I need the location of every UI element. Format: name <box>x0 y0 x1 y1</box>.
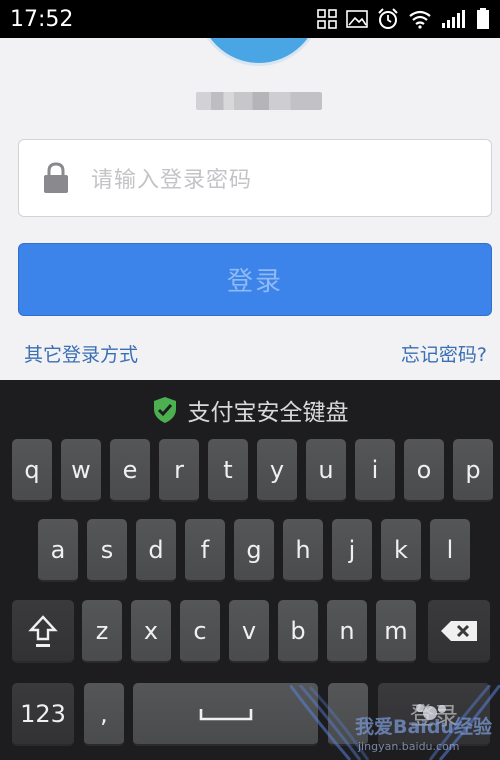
login-button[interactable]: 登录 <box>18 243 492 316</box>
key-m[interactable]: m <box>376 600 416 663</box>
key-h[interactable]: h <box>283 519 323 582</box>
password-placeholder: 请输入登录密码 <box>91 168 253 193</box>
key-y[interactable]: y <box>257 439 297 502</box>
forgot-password-link[interactable]: 忘记密码? <box>401 340 487 367</box>
keyboard-title: 支付宝安全键盘 <box>187 400 349 426</box>
key-b[interactable]: b <box>278 600 318 663</box>
key-n[interactable]: n <box>327 600 367 663</box>
key-x[interactable]: x <box>131 600 171 663</box>
numbers-key[interactable]: 123 <box>12 683 74 746</box>
status-time: 17:52 <box>10 6 74 32</box>
key-o[interactable]: o <box>404 439 444 502</box>
wifi-icon <box>409 10 431 29</box>
image-icon <box>346 10 368 28</box>
key-i[interactable]: i <box>355 439 395 502</box>
key-f[interactable]: f <box>185 519 225 582</box>
space-icon <box>199 708 252 720</box>
backspace-key[interactable] <box>428 600 490 663</box>
status-bar: 17:52 <box>0 0 500 38</box>
keyboard-header: 支付宝安全键盘 <box>0 392 500 428</box>
key-c[interactable]: c <box>180 600 220 663</box>
backspace-icon <box>441 620 477 641</box>
status-icons <box>317 8 490 30</box>
key-u[interactable]: u <box>306 439 346 502</box>
watermark-url: jingyan.baidu.com <box>358 740 460 753</box>
key-w[interactable]: w <box>61 439 101 502</box>
shield-check-icon <box>153 397 176 423</box>
watermark-text: 我爱Baidu经验 <box>355 716 492 738</box>
key-l[interactable]: l <box>430 519 470 582</box>
key-r[interactable]: r <box>159 439 199 502</box>
key-k[interactable]: k <box>381 519 421 582</box>
key-s[interactable]: s <box>87 519 127 582</box>
alarm-icon <box>378 8 398 29</box>
key-v[interactable]: v <box>229 600 269 663</box>
key-q[interactable]: q <box>12 439 52 502</box>
signal-icon <box>442 10 465 28</box>
key-t[interactable]: t <box>208 439 248 502</box>
shift-icon <box>28 614 58 647</box>
key-d[interactable]: d <box>136 519 176 582</box>
space-key[interactable] <box>133 683 318 746</box>
battery-icon <box>477 8 489 29</box>
key-comma[interactable]: , <box>84 683 124 746</box>
key-j[interactable]: j <box>332 519 372 582</box>
lock-icon <box>44 162 68 193</box>
key-a[interactable]: a <box>38 519 78 582</box>
key-e[interactable]: e <box>110 439 150 502</box>
password-field[interactable]: 请输入登录密码 <box>18 139 492 217</box>
key-g[interactable]: g <box>234 519 274 582</box>
shift-key[interactable] <box>12 600 74 663</box>
key-z[interactable]: z <box>82 600 122 663</box>
key-p[interactable]: p <box>453 439 493 502</box>
grid-icon <box>317 9 337 29</box>
other-login-link[interactable]: 其它登录方式 <box>24 340 138 367</box>
account-name <box>196 92 322 110</box>
